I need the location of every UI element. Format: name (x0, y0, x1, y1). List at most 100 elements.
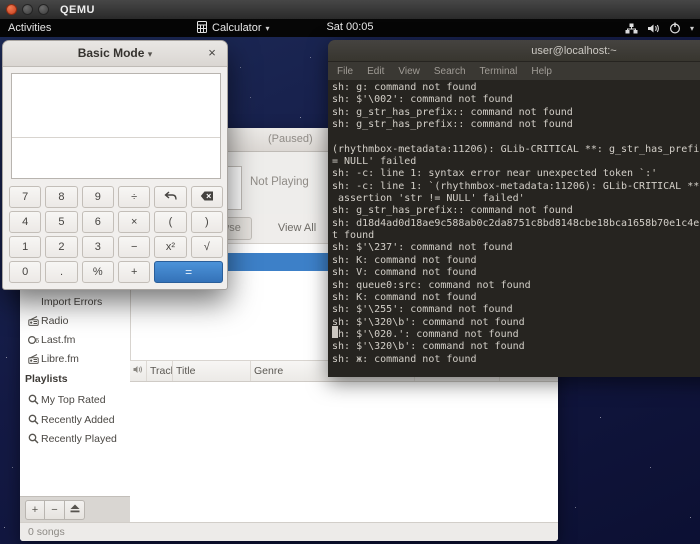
key-4[interactable]: 4 (9, 211, 41, 233)
terminal-line: sh: -c: line 1: `(rhythmbox-metadata:112… (332, 181, 700, 193)
terminal-line: sh: d18d4ad0d18ae9c588ab0c2da8751c8bd814… (332, 218, 700, 230)
calculator-titlebar[interactable]: Basic Mode ▾ × (3, 41, 227, 67)
title-column-header[interactable]: Title (173, 361, 251, 381)
terminal-line: = NULL' failed (332, 156, 700, 168)
key-subtract[interactable]: − (118, 236, 150, 258)
key-7[interactable]: 7 (9, 186, 41, 208)
key-9[interactable]: 9 (82, 186, 114, 208)
sidebar-item-my-top-rated[interactable]: My Top Rated (20, 390, 130, 409)
terminal-output[interactable]: sh: g: command not foundsh: $'\002': com… (328, 80, 700, 377)
key-8[interactable]: 8 (45, 186, 77, 208)
eject-icon (70, 504, 80, 516)
activities-button[interactable]: Activities (8, 22, 51, 34)
qemu-screen: QEMU Activities Calculator ▾ Sat 00:05 ▾ (0, 0, 700, 544)
terminal-line: sh: $'\237': command not found (332, 242, 700, 254)
calculator-display[interactable] (11, 73, 221, 179)
terminal-titlebar[interactable]: user@localhost:~ (328, 40, 700, 62)
svg-text:6: 6 (35, 338, 39, 345)
qemu-titlebar: QEMU (0, 0, 700, 19)
chevron-down-icon: ▾ (266, 24, 270, 33)
chevron-down-icon: ▾ (690, 24, 694, 33)
search-icon (27, 414, 40, 425)
sidebar-item-import-errors[interactable]: Import Errors (20, 292, 130, 311)
key-squared[interactable]: x² (154, 236, 186, 258)
host-minimize-button[interactable] (22, 4, 33, 15)
key-divide[interactable]: ÷ (118, 186, 150, 208)
close-icon[interactable]: × (204, 45, 220, 61)
terminal-line: assertion 'str != NULL' failed' (332, 193, 700, 205)
now-playing-label: Not Playing (250, 176, 309, 188)
backspace-icon (200, 191, 214, 204)
sidebar-item-radio[interactable]: Radio (20, 311, 130, 330)
sidebar-action-bar: + − (20, 496, 130, 522)
key-sqrt[interactable]: √ (191, 236, 223, 258)
calculator-window: Basic Mode ▾ × 7 8 9 ÷ 4 5 (2, 40, 228, 290)
radio-icon (27, 354, 40, 364)
terminal-cursor (332, 326, 338, 338)
host-window-title: QEMU (60, 4, 95, 16)
host-maximize-button[interactable] (38, 4, 49, 15)
sidebar-item-recently-played[interactable]: Recently Played (20, 429, 130, 448)
terminal-line: sh: g_str_has_prefix:: command not found (332, 205, 700, 217)
terminal-line: sh: $'\320\b': command not found (332, 341, 700, 353)
terminal-line: sh: K: command not found (332, 292, 700, 304)
menu-item[interactable]: Help (531, 66, 552, 77)
app-menu[interactable]: Calculator ▾ (196, 19, 270, 37)
terminal-window: user@localhost:~ File Edit View Search Termi… (328, 40, 700, 377)
key-equals[interactable]: = (154, 261, 223, 283)
track-column-header[interactable]: Track (147, 361, 173, 381)
key-6[interactable]: 6 (82, 211, 114, 233)
mode-selector[interactable]: Basic Mode ▾ (3, 46, 227, 60)
add-playlist-button[interactable]: + (25, 500, 45, 520)
terminal-line: sh: $'\320\b': command not found (332, 317, 700, 329)
terminal-line: sh: K: command not found (332, 255, 700, 267)
key-add[interactable]: + (118, 261, 150, 283)
system-status-area[interactable]: ▾ (625, 19, 694, 37)
gnome-topbar: Activities Calculator ▾ Sat 00:05 ▾ (0, 19, 700, 37)
key-0[interactable]: 0 (9, 261, 41, 283)
speaker-icon (133, 365, 143, 377)
sidebar-item-lastfm[interactable]: 6 Last.fm (20, 330, 130, 349)
terminal-line: sh: -c: line 1: syntax error near unexpe… (332, 168, 700, 180)
host-close-button[interactable] (6, 4, 17, 15)
playback-status-label: (Paused) (268, 133, 313, 145)
key-backspace[interactable] (191, 186, 223, 208)
menu-item[interactable]: Search (434, 66, 466, 77)
terminal-line: sh: g: command not found (332, 82, 700, 94)
menu-item[interactable]: Edit (367, 66, 384, 77)
key-1[interactable]: 1 (9, 236, 41, 258)
key-2[interactable]: 2 (45, 236, 77, 258)
menu-item[interactable]: File (337, 66, 353, 77)
clock[interactable]: Sat 00:05 (326, 21, 373, 33)
status-bar: 0 songs (20, 522, 558, 541)
key-multiply[interactable]: × (118, 211, 150, 233)
terminal-menubar: File Edit View Search Terminal Help (328, 62, 700, 80)
sidebar-item-recently-added[interactable]: Recently Added (20, 410, 130, 429)
terminal-line: sh: $'\002': command not found (332, 94, 700, 106)
key-percent[interactable]: % (82, 261, 114, 283)
key-close-paren[interactable]: ) (191, 211, 223, 233)
volume-icon (647, 23, 660, 34)
key-undo[interactable] (154, 186, 186, 208)
chevron-down-icon: ▾ (148, 49, 153, 59)
menu-item[interactable]: View (398, 66, 420, 77)
terminal-line: sh: g_str_has_prefix:: command not found (332, 107, 700, 119)
menu-item[interactable]: Terminal (480, 66, 518, 77)
undo-icon (164, 191, 177, 204)
key-3[interactable]: 3 (82, 236, 114, 258)
terminal-line: sh: $'\255': command not found (332, 304, 700, 316)
sidebar-playlists-header: Playlists (20, 369, 130, 388)
terminal-line: sh: ж: command not found (332, 354, 700, 366)
track-list-body[interactable] (130, 382, 558, 522)
remove-playlist-button[interactable]: − (45, 500, 65, 520)
sidebar-item-librefm[interactable]: Libre.fm (20, 349, 130, 368)
key-open-paren[interactable]: ( (154, 211, 186, 233)
key-5[interactable]: 5 (45, 211, 77, 233)
playing-column-header[interactable] (130, 361, 147, 381)
key-decimal[interactable]: . (45, 261, 77, 283)
eject-button[interactable] (65, 500, 85, 520)
view-all-button[interactable]: View All (257, 217, 337, 240)
calculator-app-icon (196, 21, 208, 36)
power-icon (669, 22, 681, 34)
search-icon (27, 394, 40, 405)
